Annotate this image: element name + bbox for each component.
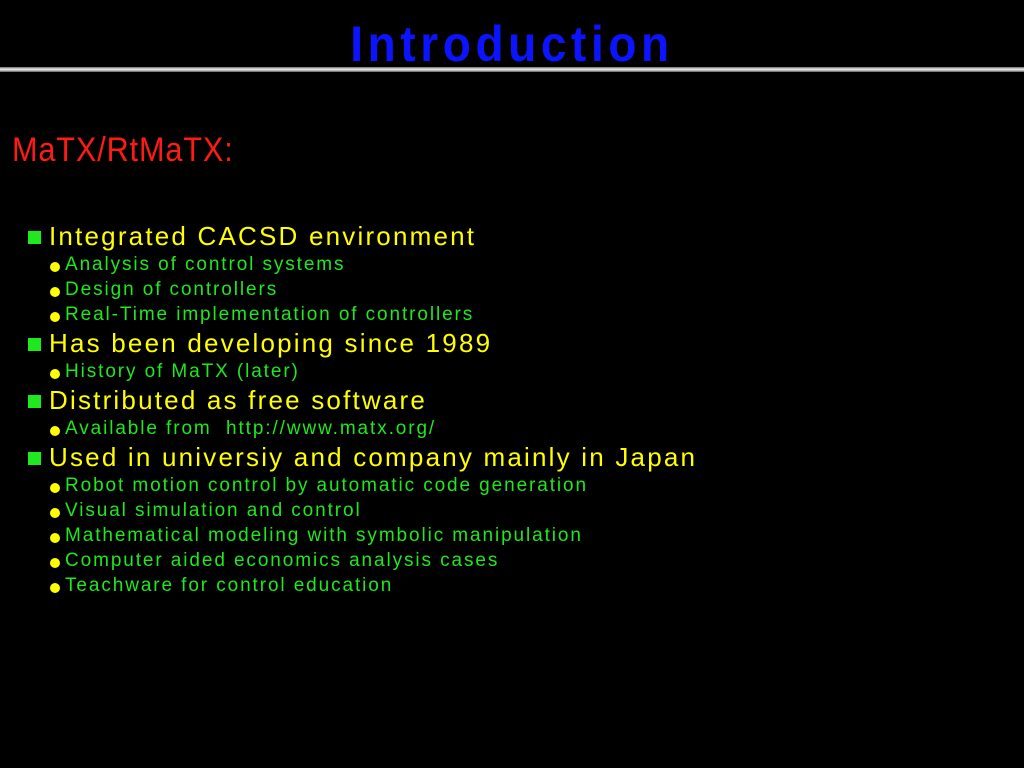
bullet-item: Has been developing since 1989 [28,328,492,358]
square-bullet-icon [28,451,41,465]
slide-subtitle: MaTX/RtMaTX: [12,131,234,169]
dot-bullet-icon [50,557,60,568]
sub-bullet-item: Mathematical modeling with symbolic mani… [50,524,583,548]
sub-bullet-text: Design of controllers [65,279,279,300]
sub-bullet-text: Visual simulation and control [65,500,362,521]
bullet-item: Used in universiy and company mainly in … [28,442,697,472]
sub-bullet-item: Robot motion control by automatic code g… [50,474,588,498]
sub-bullet-text: Available from http://www.matx.org/ [65,418,437,439]
bullet-text: Used in universiy and company mainly in … [49,441,698,472]
dot-bullet-icon [50,286,60,297]
slide-title: Introduction [350,16,674,72]
sub-bullet-item: Computer aided economics analysis cases [50,549,499,573]
sub-bullet-text: Mathematical modeling with symbolic mani… [65,525,583,546]
square-bullet-icon [28,394,41,408]
sub-bullet-item: Teachware for control education [50,574,393,598]
bullet-item: Integrated CACSD environment [28,221,476,251]
sub-bullet-item: History of MaTX (later) [50,360,300,384]
dot-bullet-icon [50,368,60,379]
bullet-text: Has been developing since 1989 [49,327,493,358]
dot-bullet-icon [50,311,60,322]
sub-bullet-text: Robot motion control by automatic code g… [65,475,588,496]
bullet-text: Integrated CACSD environment [49,220,477,251]
bullet-text: Distributed as free software [49,384,428,415]
sub-bullet-item: Available from http://www.matx.org/ [50,417,436,441]
dot-bullet-icon [50,425,60,436]
dot-bullet-icon [50,532,60,543]
sub-bullet-text: Analysis of control systems [65,254,346,275]
sub-bullet-text: Computer aided economics analysis cases [65,550,500,571]
sub-bullet-item: Analysis of control systems [50,253,345,277]
sub-bullet-text: History of MaTX (later) [65,361,300,382]
square-bullet-icon [28,230,41,244]
square-bullet-icon [28,337,41,351]
sub-bullet-item: Visual simulation and control [50,499,362,523]
sub-bullet-item: Real-Time implementation of controllers [50,303,474,327]
dot-bullet-icon [50,482,60,493]
sub-bullet-text: Teachware for control education [65,575,394,596]
dot-bullet-icon [50,507,60,518]
title-divider [0,67,1024,72]
sub-bullet-item: Design of controllers [50,278,278,302]
sub-bullet-text: Real-Time implementation of controllers [65,304,475,325]
slide: Introduction MaTX/RtMaTX: Integrated CAC… [0,0,1024,768]
bullet-item: Distributed as free software [28,385,427,415]
dot-bullet-icon [50,582,60,593]
dot-bullet-icon [50,261,60,272]
